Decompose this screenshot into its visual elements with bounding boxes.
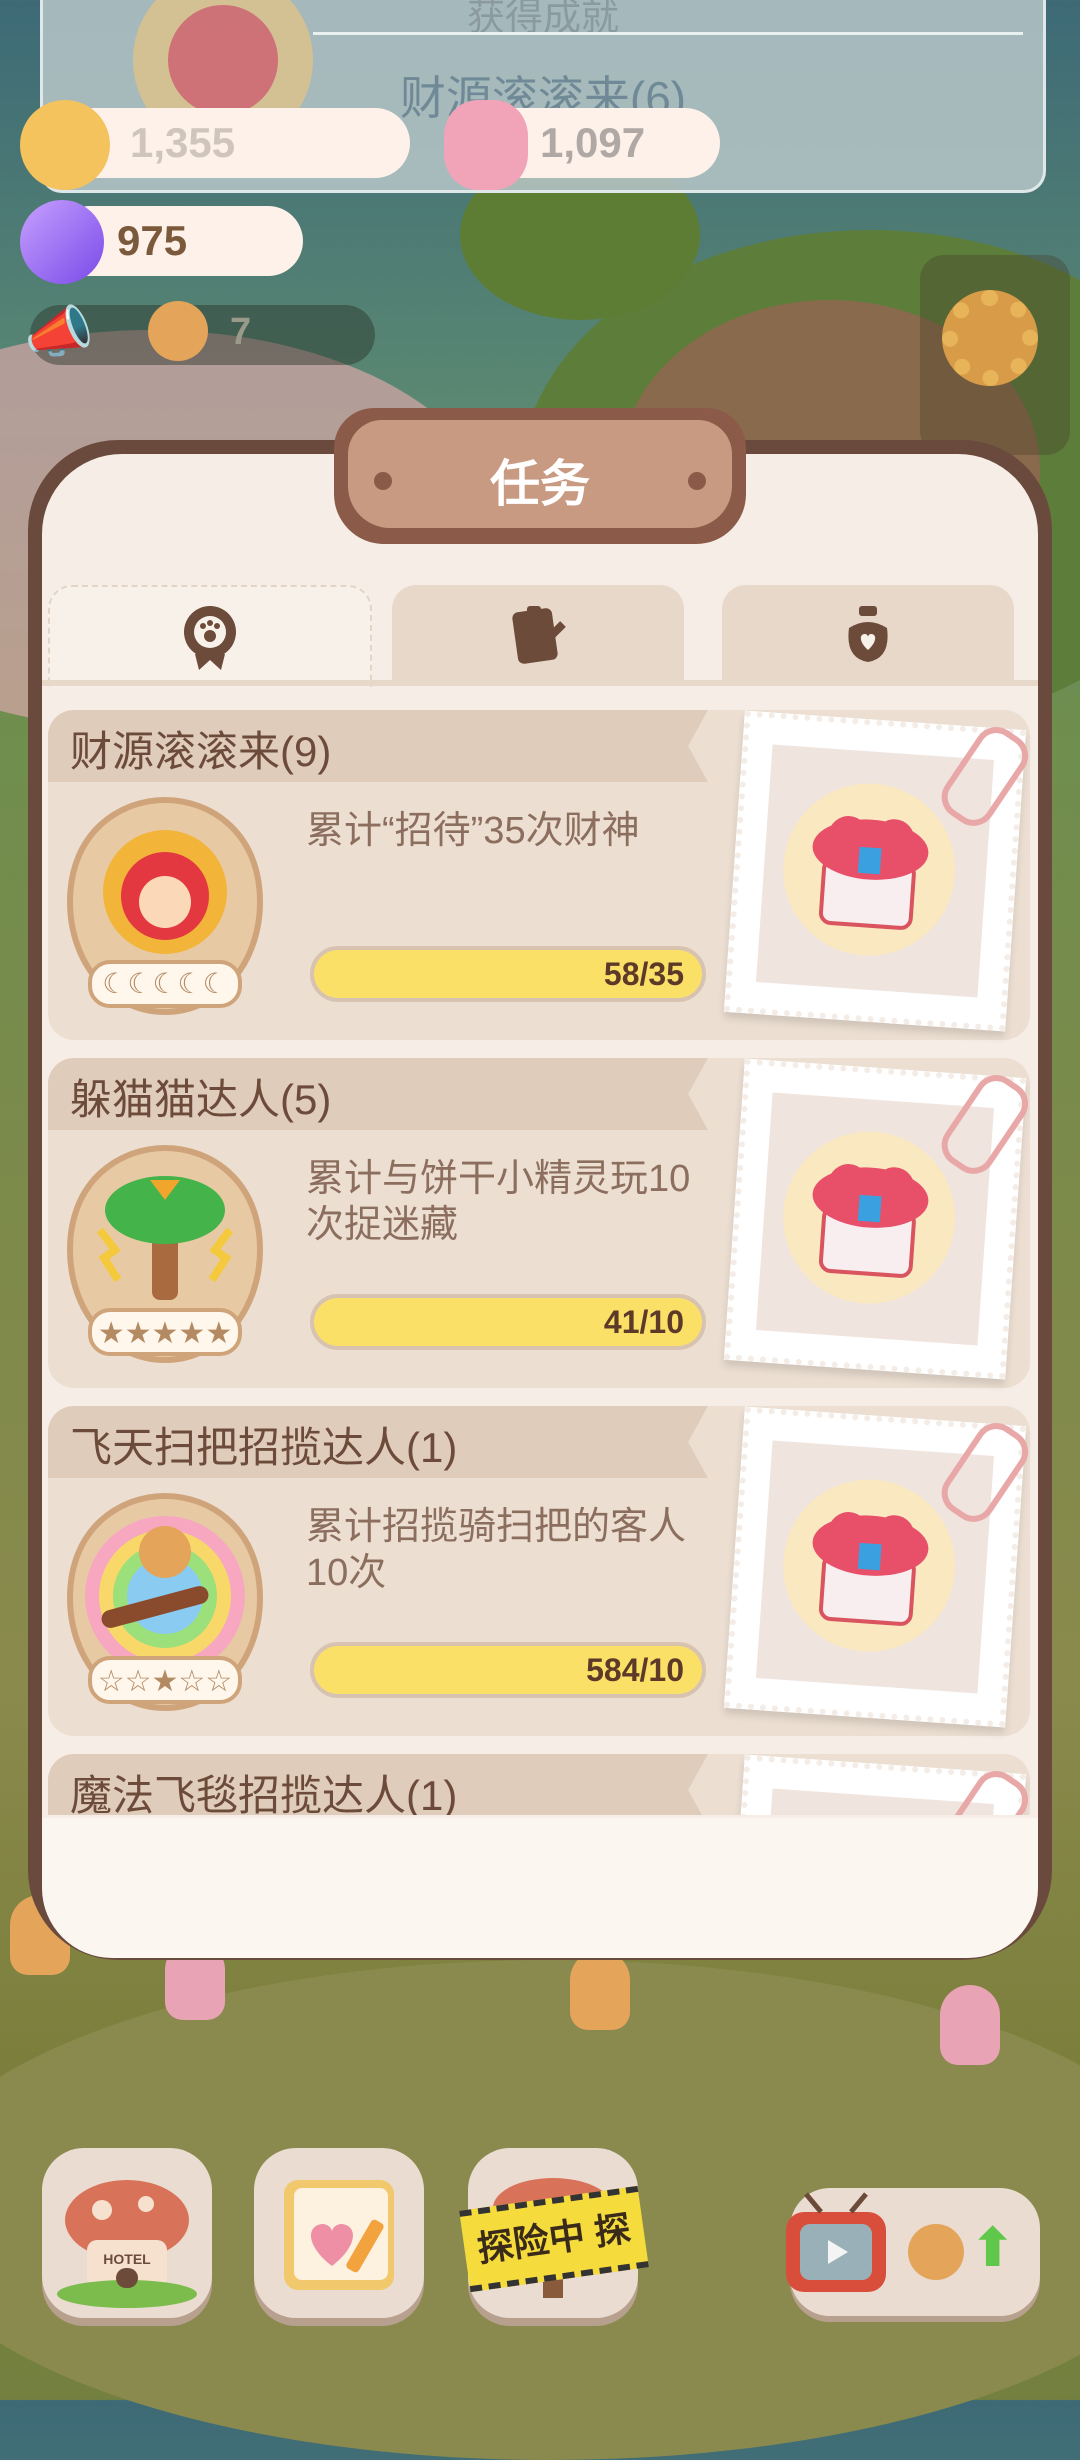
task-progress-bar: 58/35: [310, 946, 706, 1002]
tab-events[interactable]: [722, 585, 1014, 685]
cookie-face-icon: [148, 301, 208, 361]
tab-daily-tasks[interactable]: [392, 585, 684, 685]
progress-text: 41/10: [603, 1304, 684, 1340]
cookie-count: 1,355: [130, 119, 236, 166]
task-title: 躲猫猫达人(5): [70, 1076, 332, 1123]
progress-text: 58/35: [603, 956, 684, 992]
reward-stamp[interactable]: [723, 1406, 1037, 1728]
modal-footer: [42, 1818, 1038, 1958]
task-title: 财源滚滚来(9): [70, 728, 332, 775]
strawberry-candy-icon: [444, 100, 528, 190]
megaphone-icon: 📣: [24, 300, 94, 363]
candy-count: 1,097: [540, 119, 646, 166]
diary-button[interactable]: [254, 2148, 424, 2318]
cookie-counter[interactable]: 1,355: [60, 108, 410, 178]
paw-medal-icon: [184, 606, 236, 670]
task-title: 魔法飞毯招揽达人(1): [70, 1772, 458, 1815]
video-reward-panel[interactable]: ⬆: [786, 2188, 1040, 2316]
task-progress-bar: 584/10: [310, 1642, 706, 1698]
task-description: 累计招揽骑扫把的客人10次: [306, 1506, 687, 1594]
task-description: 累计“招待”35次财神: [306, 810, 640, 852]
task-card: 魔法飞毯招揽达人(1): [48, 1754, 1037, 1815]
gem-icon: [20, 200, 104, 284]
notebook-heart-icon: [284, 2180, 394, 2290]
helpers-count: 7: [230, 311, 252, 353]
cookie-icon: [20, 100, 110, 190]
modal-title: 任务: [490, 456, 590, 512]
settings-panel[interactable]: [920, 255, 1070, 455]
reward-stamp[interactable]: [723, 1058, 1037, 1380]
task-card: 财源滚滚来(9) ☾☾☾☾☾ 累计“招待”35次财神 58/35: [48, 710, 1037, 1040]
divider: [313, 32, 1023, 35]
progress-text: 584/10: [586, 1652, 684, 1688]
task-description: 累计与饼干小精灵玩10次捉迷藏: [306, 1158, 691, 1246]
mushroom-house-icon: HOTEL: [57, 2180, 197, 2308]
task-card: 飞天扫把招揽达人(1) ☆☆★☆☆ 累计招揽骑扫把的客人10次 584/10: [48, 1406, 1037, 1736]
svg-text:☆☆★☆☆: ☆☆★☆☆: [98, 1664, 232, 1699]
modal-title-plaque: 任务: [334, 408, 746, 544]
cookie-character: [940, 1985, 1000, 2065]
hotel-button[interactable]: HOTEL: [42, 2148, 212, 2318]
svg-text:★★★★★: ★★★★★: [98, 1316, 232, 1351]
cookie-face-icon: [908, 2224, 964, 2280]
god-of-wealth-badge-icon: ☾☾☾☾☾: [66, 796, 264, 1016]
reward-stamp[interactable]: [723, 1754, 1037, 1815]
hotel-label: HOTEL: [103, 2251, 151, 2267]
task-list[interactable]: 财源滚滚来(9) ☾☾☾☾☾ 累计“招待”35次财神 58/35 躲猫猫达人(5…: [42, 700, 1038, 1815]
pot-heart-icon: [848, 606, 888, 662]
gear-icon[interactable]: [942, 290, 1038, 386]
tab-achievements[interactable]: [48, 585, 372, 687]
task-card: 躲猫猫达人(5) ★★★★★ 累计与饼干小精灵玩10次捉迷藏 41/10: [48, 1058, 1037, 1388]
tree-badge-icon: ★★★★★: [66, 1144, 264, 1364]
gem-count: 975: [117, 217, 188, 264]
tv-icon: [786, 2192, 886, 2292]
reward-stamp[interactable]: [723, 710, 1037, 1032]
rainbow-broom-badge-icon: ☆☆★☆☆: [66, 1492, 264, 1712]
task-title: 飞天扫把招揽达人(1): [70, 1424, 458, 1471]
helpers-counter[interactable]: 📣 7: [24, 300, 375, 365]
task-progress-bar: 41/10: [310, 1294, 706, 1350]
arrow-up-icon: ⬆: [970, 2218, 1016, 2278]
cookie-character: [570, 1950, 630, 2030]
notepad-icon: [512, 606, 566, 664]
svg-text:☾☾☾☾☾: ☾☾☾☾☾: [102, 967, 228, 1000]
